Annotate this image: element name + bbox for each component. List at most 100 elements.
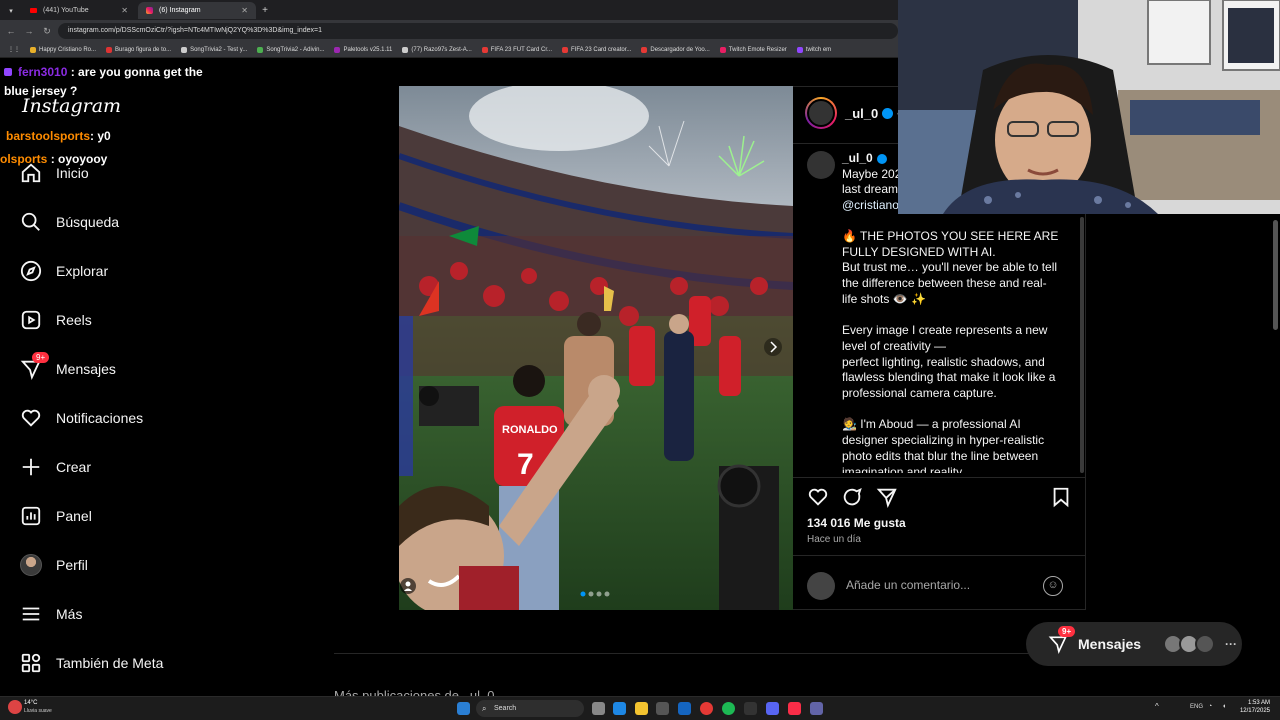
chrome-icon[interactable] (700, 702, 713, 715)
instagram-logo[interactable]: Instagram (22, 95, 121, 117)
search-icon (20, 211, 42, 233)
emoji-icon[interactable]: ☺ (1043, 576, 1063, 596)
avatar-icon (20, 554, 42, 576)
youtube-icon (30, 8, 37, 13)
teams-icon[interactable] (810, 702, 823, 715)
messages-label: Mensajes (1078, 636, 1142, 652)
sidebar-item-mas[interactable]: Más (20, 598, 82, 630)
divider (334, 653, 1099, 654)
taskbar-search[interactable]: ⌕ Search (476, 700, 584, 717)
caption-line: imagination and reality. (842, 464, 965, 473)
sidebar-item-label: Perfil (56, 557, 88, 573)
tab-label: (441) YouTube (43, 7, 89, 14)
sidebar-item-label: Reels (56, 312, 92, 328)
author-avatar[interactable] (805, 97, 837, 129)
reload-icon[interactable]: ↻ (40, 24, 54, 38)
bookmark-item[interactable]: SongTrivia2 - Adivin... (257, 46, 324, 53)
like-icon[interactable] (807, 486, 829, 513)
sidebar-item-busqueda[interactable]: Búsqueda (20, 206, 119, 238)
bookmark-item[interactable]: Descargador de Yoo... (641, 46, 710, 53)
store-icon[interactable] (656, 702, 669, 715)
obs-icon[interactable] (744, 702, 757, 715)
caption-line (842, 402, 1074, 418)
heart-icon (20, 407, 42, 429)
sidebar-item-notificaciones[interactable]: Notificaciones (20, 402, 143, 434)
stadium-photo: RONALDO 7 (399, 86, 793, 610)
sidebar-item-perfil[interactable]: Perfil (20, 549, 88, 581)
bookmark-item[interactable]: Burago figura de to... (106, 46, 171, 53)
weather-temp[interactable]: 14°C (24, 700, 37, 706)
menu-icon (20, 603, 42, 625)
share-icon[interactable] (876, 486, 898, 513)
author-username[interactable]: _ul_0 • (845, 106, 902, 121)
bookmark-item[interactable]: FIFA 23 FUT Card Cr... (481, 46, 552, 53)
save-icon[interactable] (1050, 486, 1072, 513)
bookmark-item[interactable]: SongTrivia2 - Test y... (181, 46, 247, 53)
more-icon[interactable]: ··· (1225, 637, 1237, 651)
sidebar-item-explorar[interactable]: Explorar (20, 255, 108, 287)
tab-youtube[interactable]: (441) YouTube ✕ (22, 2, 136, 19)
bookmark-item[interactable]: (77) Razo97s Zest-A... (402, 46, 472, 53)
taskview-icon[interactable] (592, 702, 605, 715)
sidebar-item-reels[interactable]: Reels (20, 304, 92, 336)
close-icon[interactable]: ✕ (241, 6, 248, 15)
clock-date[interactable]: 12/17/2025 (1238, 708, 1270, 714)
explorer-icon[interactable] (635, 702, 648, 715)
discord-icon[interactable] (766, 702, 779, 715)
sidebar-item-label: Inicio (56, 165, 89, 181)
sidebar-item-label: Panel (56, 508, 92, 524)
wifi-icon[interactable]: ◔ (1208, 703, 1212, 710)
edge-icon[interactable] (613, 702, 626, 715)
windows-start-icon[interactable] (457, 702, 470, 715)
close-icon[interactable]: ✕ (121, 6, 128, 15)
chart-icon (20, 505, 42, 527)
back-icon[interactable]: ← (4, 24, 18, 38)
comment-input[interactable]: Añade un comentario... (846, 578, 970, 592)
bookmark-item[interactable]: FIFA 23 Card creator... (562, 46, 631, 53)
caption-avatar[interactable] (807, 151, 835, 179)
music-icon[interactable] (788, 702, 801, 715)
tab-label: (6) Instagram (159, 7, 201, 14)
like-count[interactable]: 134 016 Me gusta (807, 516, 906, 530)
messages-pill[interactable]: 9+ Mensajes ··· (1026, 622, 1242, 666)
sidebar-item-panel[interactable]: Panel (20, 500, 92, 532)
caption-scrollbar[interactable] (1080, 217, 1084, 473)
caption-line: designer specializing in hyper-realistic (842, 433, 1045, 448)
messenger-icon: 9+ (20, 352, 50, 380)
compass-icon (20, 260, 42, 282)
tab-list-button[interactable]: ▾ (4, 2, 18, 19)
post-image[interactable]: RONALDO 7 (399, 86, 793, 610)
instagram-icon (146, 7, 153, 14)
caption-line (842, 308, 1074, 324)
notification-badge: 9+ (1058, 626, 1076, 637)
tab-instagram[interactable]: (6) Instagram ✕ (138, 2, 256, 19)
post-time[interactable]: Hace un día (807, 534, 861, 545)
sidebar-item-crear[interactable]: Crear (20, 451, 91, 483)
sidebar-item-mensajes[interactable]: 9+ Mensajes (20, 352, 116, 385)
tray-chevron-icon[interactable]: ^ (1155, 702, 1159, 711)
bookmark-item[interactable]: Paletools v25.1.11 (334, 46, 392, 53)
jersey-number: 7 (517, 448, 534, 481)
messenger-icon: 9+ (1048, 626, 1076, 654)
weather-desc[interactable]: Lluvia suave (24, 708, 52, 714)
forward-icon[interactable]: → (22, 24, 36, 38)
new-tab-button[interactable]: + (258, 2, 272, 19)
volume-icon[interactable]: ◖ (1222, 703, 1226, 710)
verified-icon (882, 108, 894, 119)
page-scrollbar[interactable] (1273, 220, 1278, 330)
bookmark-item[interactable]: Happy Cristiano Ro... (30, 46, 96, 53)
sidebar-item-meta[interactable]: También de Meta (20, 647, 163, 679)
url-input[interactable]: instagram.com/p/DSScmOziCtr/?igsh=NTc4MT… (58, 23, 898, 39)
meta-apps-icon (20, 652, 42, 674)
spotify-icon[interactable] (722, 702, 735, 715)
clock-time[interactable]: 1:53 AM (1238, 700, 1270, 706)
bookmark-item[interactable]: twitch em (796, 46, 831, 53)
sidebar-item-label: Más (56, 606, 83, 622)
apps-icon[interactable]: ⋮⋮ (8, 46, 20, 53)
windows-taskbar: 14°C Lluvia suave ⌕ Search ^ ENG ◔ ◖ 1:5… (0, 696, 1280, 720)
recent-avatars (1163, 634, 1216, 654)
language-indicator[interactable]: ENG (1190, 704, 1203, 710)
mail-icon[interactable] (678, 702, 691, 715)
comment-icon[interactable] (841, 486, 863, 513)
bookmark-item[interactable]: Twitch Emote Resizer (719, 46, 787, 53)
